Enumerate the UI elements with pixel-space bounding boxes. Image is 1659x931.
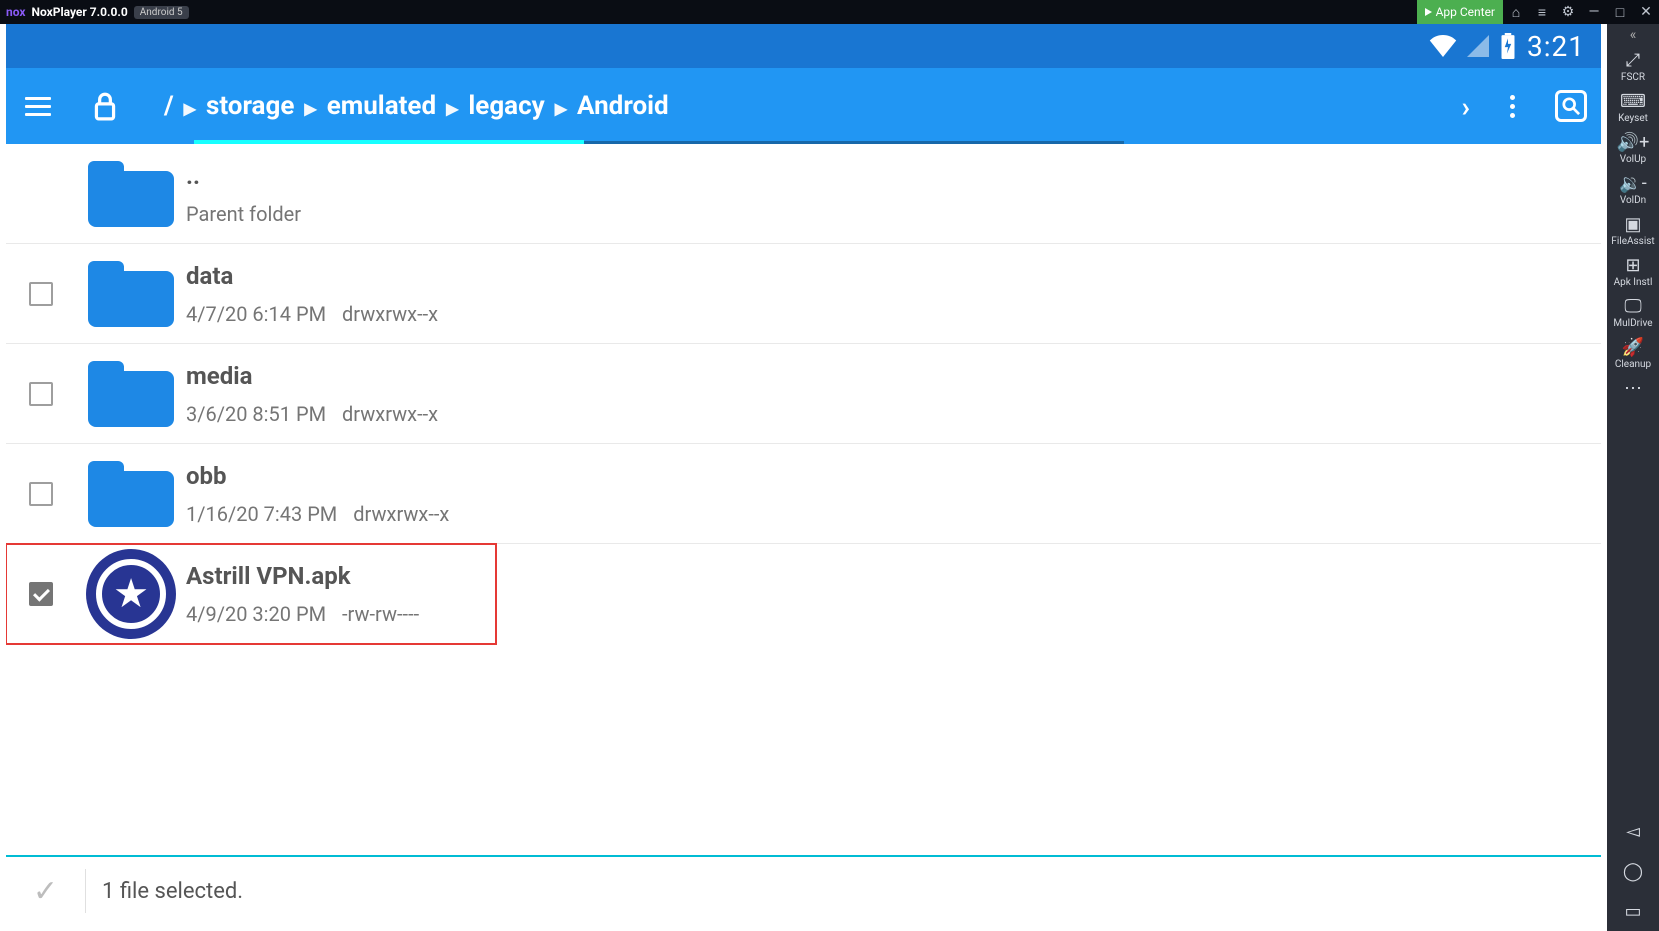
android-back-button[interactable]: ◅	[1607, 811, 1659, 851]
home-icon[interactable]: ⌂	[1503, 4, 1529, 21]
apk-icon: ★	[86, 549, 176, 639]
sidebar-icon: ⌨	[1620, 93, 1646, 111]
android-statusbar: 3:21	[6, 24, 1601, 68]
menu-lines-icon[interactable]: ≡	[1529, 4, 1555, 21]
check-icon[interactable]: ✓	[6, 869, 86, 913]
signal-icon	[1467, 35, 1489, 57]
sidebar-label: FSCR	[1621, 72, 1645, 83]
sidebar-icon: ⊞	[1625, 257, 1640, 275]
android-badge: Android 5	[134, 6, 189, 19]
file-row-media[interactable]: media 3/6/20 8:51 PMdrwxrwx--x	[6, 344, 1601, 444]
file-row-data[interactable]: data 4/7/20 6:14 PMdrwxrwx--x	[6, 244, 1601, 344]
sidebar-item-keyset[interactable]: ⌨ Keyset	[1611, 87, 1654, 128]
sidebar-icon: 🖵	[1624, 298, 1641, 316]
right-sidebar: « ⤢ FSCR ⌨ Keyset 🔊+ VolUp 🔉- VolDn ▣ FileAssist ⊞…	[1607, 24, 1659, 931]
sidebar-item-volup[interactable]: 🔊+ VolUp	[1611, 128, 1654, 169]
sidebar-icon: ▣	[1624, 216, 1641, 234]
sidebar-item-apk-instl[interactable]: ⊞ Apk Instl	[1611, 251, 1654, 292]
folder-icon	[88, 161, 174, 227]
hamburger-menu-icon[interactable]	[6, 68, 70, 144]
close-icon[interactable]: ✕	[1633, 4, 1659, 20]
sidebar-item-more[interactable]: ⋯	[1611, 374, 1654, 402]
folder-icon	[88, 361, 174, 427]
sidebar-item-fileassist[interactable]: ▣ FileAssist	[1611, 210, 1654, 251]
sidebar-item-voldn[interactable]: 🔉- VolDn	[1611, 169, 1654, 210]
file-meta: 4/9/20 3:20 PM-rw-rw----	[186, 602, 476, 626]
status-clock: 3:21	[1527, 30, 1585, 63]
wifi-icon	[1429, 35, 1457, 57]
sidebar-label: VolUp	[1620, 154, 1646, 165]
android-recent-button[interactable]: ▭	[1607, 891, 1659, 931]
search-button[interactable]	[1555, 90, 1587, 122]
chevron-right-icon: ▶	[304, 99, 316, 118]
file-name: obb	[186, 462, 1581, 490]
lock-icon[interactable]	[70, 91, 140, 121]
minimize-icon[interactable]: ―	[1581, 4, 1607, 20]
android-home-button[interactable]: ◯	[1607, 851, 1659, 891]
more-menu-icon[interactable]	[1510, 95, 1515, 118]
breadcrumb-legacy[interactable]: legacy	[458, 91, 554, 121]
sidebar-label: Cleanup	[1615, 359, 1651, 370]
file-meta: 4/7/20 6:14 PMdrwxrwx--x	[186, 302, 1581, 326]
nox-logo: nox	[6, 5, 25, 19]
file-row-astrill-vpn-apk[interactable]: ★ Astrill VPN.apk 4/9/20 3:20 PM-rw-rw----	[6, 544, 496, 644]
checkbox[interactable]	[29, 382, 53, 406]
file-name: Astrill VPN.apk	[186, 562, 476, 590]
sidebar-label: VolDn	[1620, 195, 1646, 206]
selection-count-label: 1 file selected.	[102, 879, 243, 904]
file-meta: 1/16/20 7:43 PMdrwxrwx--x	[186, 502, 1581, 526]
breadcrumb: / ▶storage▶emulated▶legacy▶Android	[154, 91, 679, 121]
sidebar-label: MulDrive	[1613, 318, 1652, 329]
selection-bottom-bar: ✓ 1 file selected.	[6, 855, 1601, 925]
sidebar-icon: ⤢	[1626, 52, 1640, 70]
file-meta: Parent folder	[186, 202, 1581, 226]
settings-gear-icon[interactable]: ⚙	[1555, 4, 1581, 20]
sidebar-label: Apk Instl	[1614, 277, 1653, 288]
breadcrumb-root[interactable]: /	[154, 91, 184, 121]
chevron-right-icon: ▶	[555, 99, 567, 118]
play-icon	[1425, 8, 1432, 16]
battery-charging-icon	[1499, 33, 1517, 59]
sidebar-item-muldrive[interactable]: 🖵 MulDrive	[1611, 292, 1654, 333]
app-center-button[interactable]: App Center	[1417, 0, 1503, 24]
chevron-right-icon: ▶	[446, 99, 458, 118]
sidebar-item-fscr[interactable]: ⤢ FSCR	[1611, 46, 1654, 87]
folder-icon	[88, 461, 174, 527]
sidebar-item-cleanup[interactable]: 🚀 Cleanup	[1611, 333, 1654, 374]
chevron-right-icon[interactable]: ›	[1462, 90, 1470, 123]
file-name: media	[186, 362, 1581, 390]
file-name: ..	[186, 162, 1581, 190]
app-title: NoxPlayer 7.0.0.0	[31, 5, 127, 19]
breadcrumb-storage[interactable]: storage	[196, 91, 304, 121]
checkbox[interactable]	[29, 282, 53, 306]
chevron-right-icon: ▶	[184, 99, 196, 118]
checkbox[interactable]	[29, 482, 53, 506]
file-name: data	[186, 262, 1581, 290]
file-row-obb[interactable]: obb 1/16/20 7:43 PMdrwxrwx--x	[6, 444, 1601, 544]
breadcrumb-emulated[interactable]: emulated	[317, 91, 446, 121]
android-screen: 3:21 / ▶storage▶emulated▶legacy▶Android …	[6, 24, 1601, 925]
sidebar-icon: ⋯	[1624, 380, 1642, 398]
file-meta: 3/6/20 8:51 PMdrwxrwx--x	[186, 402, 1581, 426]
breadcrumb-Android[interactable]: Android	[567, 91, 679, 121]
sidebar-icon: 🔉-	[1619, 175, 1646, 193]
file-list[interactable]: .. Parent folder data 4/7/20 6:14 PMdrwxrwx…	[6, 144, 1601, 855]
parent-folder-row[interactable]: .. Parent folder	[6, 144, 1601, 244]
folder-icon	[88, 261, 174, 327]
window-titlebar: nox NoxPlayer 7.0.0.0 Android 5 App Cent…	[0, 0, 1659, 24]
sidebar-icon: 🔊+	[1617, 134, 1650, 152]
app-toolbar: / ▶storage▶emulated▶legacy▶Android ›	[6, 68, 1601, 144]
sidebar-label: Keyset	[1618, 113, 1648, 124]
sidebar-label: FileAssist	[1611, 236, 1654, 247]
checkbox[interactable]	[29, 582, 53, 606]
collapse-sidebar-icon[interactable]: «	[1607, 24, 1659, 46]
app-center-label: App Center	[1436, 5, 1495, 19]
maximize-icon[interactable]: □	[1607, 4, 1633, 21]
sidebar-icon: 🚀	[1622, 339, 1644, 357]
